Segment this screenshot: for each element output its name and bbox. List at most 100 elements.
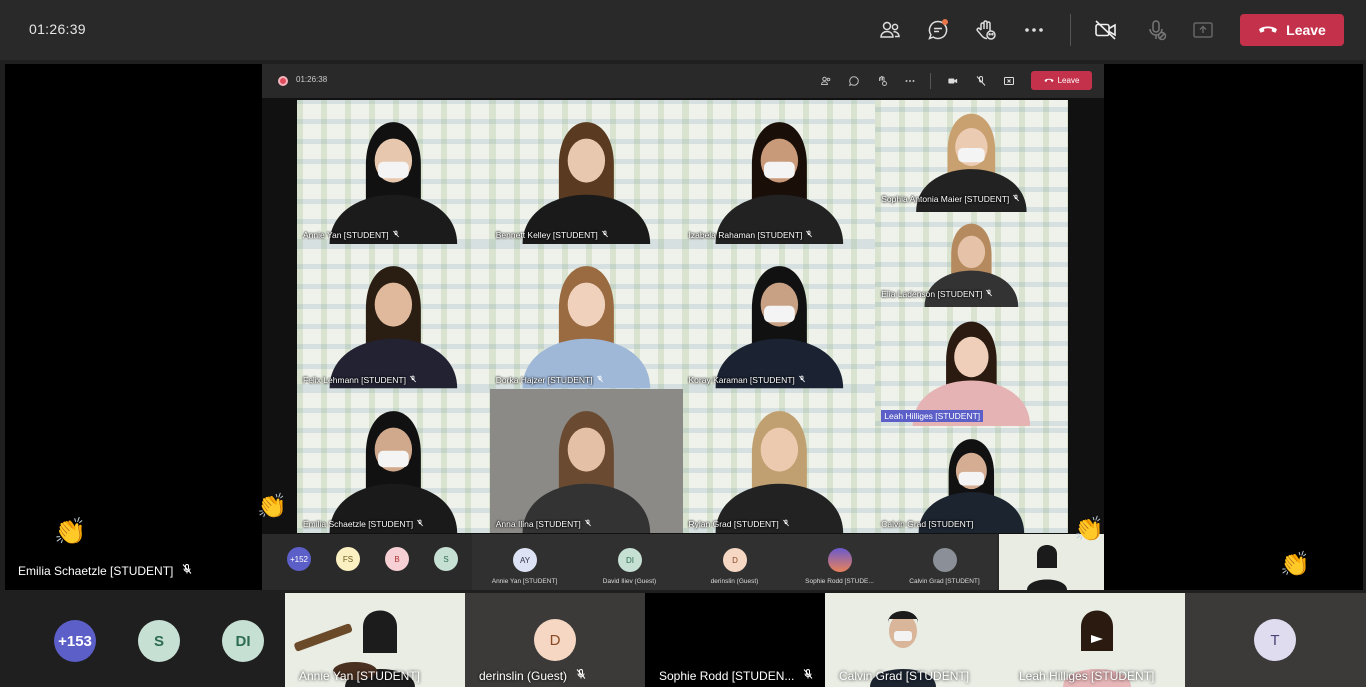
people-icon[interactable] — [874, 14, 906, 46]
share-tray-icon[interactable] — [1187, 14, 1219, 46]
mic-off-icon — [181, 563, 193, 578]
video-tile-name: Koray Karaman [STUDENT] — [689, 375, 806, 385]
person-silhouette — [918, 439, 1025, 533]
participant-name: Anna Ilina [STUDENT] — [495, 518, 581, 529]
participant-tile[interactable]: Calvin Grad [STUDENT] — [825, 593, 1005, 687]
participant-label: Sophie Rodd [STUDEN... — [659, 668, 814, 683]
raise-hand-icon[interactable] — [970, 14, 1002, 46]
leave-label: Leave — [1286, 22, 1326, 38]
participant-tile: Sophie Rodd [STUDE... — [787, 534, 892, 590]
presenter-name: Emilia Schaetzle [STUDENT] — [18, 563, 174, 578]
phone-hangup-icon — [1044, 76, 1054, 85]
participant-name: Sophie Rodd [STUDE... — [805, 578, 874, 585]
participant-name: Calvin Grad [STUDENT] — [839, 669, 970, 683]
overflow-chip: +152 — [287, 547, 311, 571]
mic-off-icon — [782, 519, 790, 529]
participant-strip: +153 S DI Annie Yan [STUDENT] D derinsli… — [0, 593, 1366, 687]
participant-label: Annie Yan [STUDENT] — [299, 669, 420, 683]
clap-reaction-icon: 👏 — [1074, 516, 1104, 543]
video-tile-name: Bennett Kelley [STUDENT] — [496, 230, 609, 240]
chat-icon — [846, 73, 862, 89]
video-tile: Anna Ilina [STUDENT] — [489, 388, 683, 533]
meeting-timer: 01:26:39 — [29, 21, 86, 37]
video-tile-name: Calvin Grad [STUDENT] — [881, 519, 973, 529]
raise-hand-icon — [874, 73, 890, 89]
video-tile: Calvin Grad [STUDENT] — [875, 426, 1068, 533]
toolbar-divider — [1070, 14, 1071, 46]
camera-off-icon[interactable] — [1090, 14, 1122, 46]
participant-name: Annie Yan [STUDENT] — [491, 578, 558, 585]
recording-indicator-icon — [278, 76, 288, 86]
mic-off-icon[interactable] — [1140, 14, 1172, 46]
mic-off-icon — [416, 519, 424, 529]
person-silhouette — [715, 122, 843, 245]
video-tile: Rylan Grad [STUDENT] — [682, 388, 876, 533]
mic-off-icon — [601, 230, 609, 240]
participant-name: Annie Yan [STUDENT] — [303, 230, 389, 241]
leave-button[interactable]: Leave — [1240, 14, 1344, 46]
overflow-participants-chip[interactable]: +153 — [54, 620, 96, 662]
video-tile: Emilia Schaetzle [STUDENT] — [297, 388, 490, 533]
video-tile-name: Elia Ladenson [STUDENT] — [881, 289, 993, 299]
mic-off-icon — [392, 230, 400, 240]
video-tile-name: Emilia Schaetzle [STUDENT] — [303, 519, 424, 529]
video-grid: Annie Yan [STUDENT] Bennett Kelley [STUDE… — [297, 100, 1068, 533]
mic-off-icon — [802, 668, 814, 683]
participant-name: Dorka Hajzer [STUDENT] — [495, 374, 593, 385]
participant-name: Felix Lehmann [STUDENT] — [303, 374, 406, 385]
mic-off-icon — [985, 289, 993, 299]
presenter-label: Emilia Schaetzle [STUDENT] — [18, 563, 193, 578]
participant-chip: B — [385, 547, 409, 571]
mic-off-icon — [575, 668, 587, 683]
chat-icon[interactable] — [922, 14, 954, 46]
video-tile: Leah Hilliges [STUDENT] — [875, 307, 1068, 426]
participant-name: Elia Ladenson [STUDENT] — [881, 289, 983, 299]
participant-tile: AY Annie Yan [STUDENT] — [472, 534, 577, 590]
participant-tile[interactable]: Annie Yan [STUDENT] — [285, 593, 465, 687]
person-silhouette — [522, 122, 650, 245]
video-tile-name: Leah Hilliges [STUDENT] — [881, 410, 984, 422]
video-tile-name: Rylan Grad [STUDENT] — [689, 519, 790, 529]
participant-name: Annie Yan [STUDENT] — [299, 669, 420, 683]
avatar: T — [1254, 619, 1296, 661]
person-silhouette — [329, 410, 458, 533]
participant-name: Sophia Antonia Maier [STUDENT] — [881, 194, 1010, 204]
mic-off-icon — [1012, 194, 1020, 204]
participant-name: Emilia Schaetzle [STUDENT] — [303, 518, 414, 529]
person-silhouette — [715, 266, 843, 389]
mic-off-icon — [584, 519, 592, 529]
video-tile: Elia Ladenson [STUDENT] — [875, 212, 1068, 307]
participant-name: Izabela Rahaman [STUDENT] — [688, 230, 803, 241]
participant-label: Calvin Grad [STUDENT] — [839, 669, 969, 683]
participant-tile: Calvin Grad [STUDENT] — [892, 534, 997, 590]
participant-name: Koray Karaman [STUDENT] — [688, 374, 795, 385]
mic-off-icon — [409, 375, 417, 385]
video-tile-name: Annie Yan [STUDENT] — [303, 230, 400, 240]
shared-meeting-timer: 01:26:38 — [296, 75, 328, 84]
more-icon[interactable] — [1018, 14, 1050, 46]
avatar: D — [534, 619, 576, 661]
video-tile: Koray Karaman [STUDENT] — [682, 244, 876, 389]
participant-tile[interactable]: Leah Hilliges [STUDENT] — [1005, 593, 1185, 687]
phone-hangup-icon — [1258, 22, 1278, 38]
participant-tile[interactable]: D derinslin (Guest) — [465, 593, 645, 687]
participant-tile[interactable]: T — [1185, 593, 1366, 687]
clap-reaction-icon: 👏 — [1280, 551, 1310, 578]
participant-tile[interactable]: Sophie Rodd [STUDEN... — [645, 593, 825, 687]
participant-name: derinslin (Guest) — [710, 578, 759, 585]
person-silhouette — [715, 410, 843, 533]
participant-label: derinslin (Guest) — [479, 668, 587, 683]
mic-off-icon — [973, 73, 989, 89]
video-tile-name: Felix Lehmann [STUDENT] — [303, 375, 417, 385]
participant-name: Sophie Rodd [STUDEN... — [659, 668, 795, 683]
participant-chip[interactable]: S — [138, 620, 180, 662]
participant-chip[interactable]: DI — [222, 620, 264, 662]
participant-name: David Iliev (Guest) — [602, 578, 657, 585]
person-silhouette — [522, 266, 650, 389]
mic-off-icon — [805, 230, 813, 240]
mic-off-icon — [596, 375, 604, 385]
mic-off-icon — [798, 375, 806, 385]
participant-tile: D derinslin (Guest) — [682, 534, 787, 590]
video-tile: Bennett Kelley [STUDENT] — [489, 100, 683, 245]
video-tile: Sophia Antonia Maier [STUDENT] — [875, 100, 1068, 212]
